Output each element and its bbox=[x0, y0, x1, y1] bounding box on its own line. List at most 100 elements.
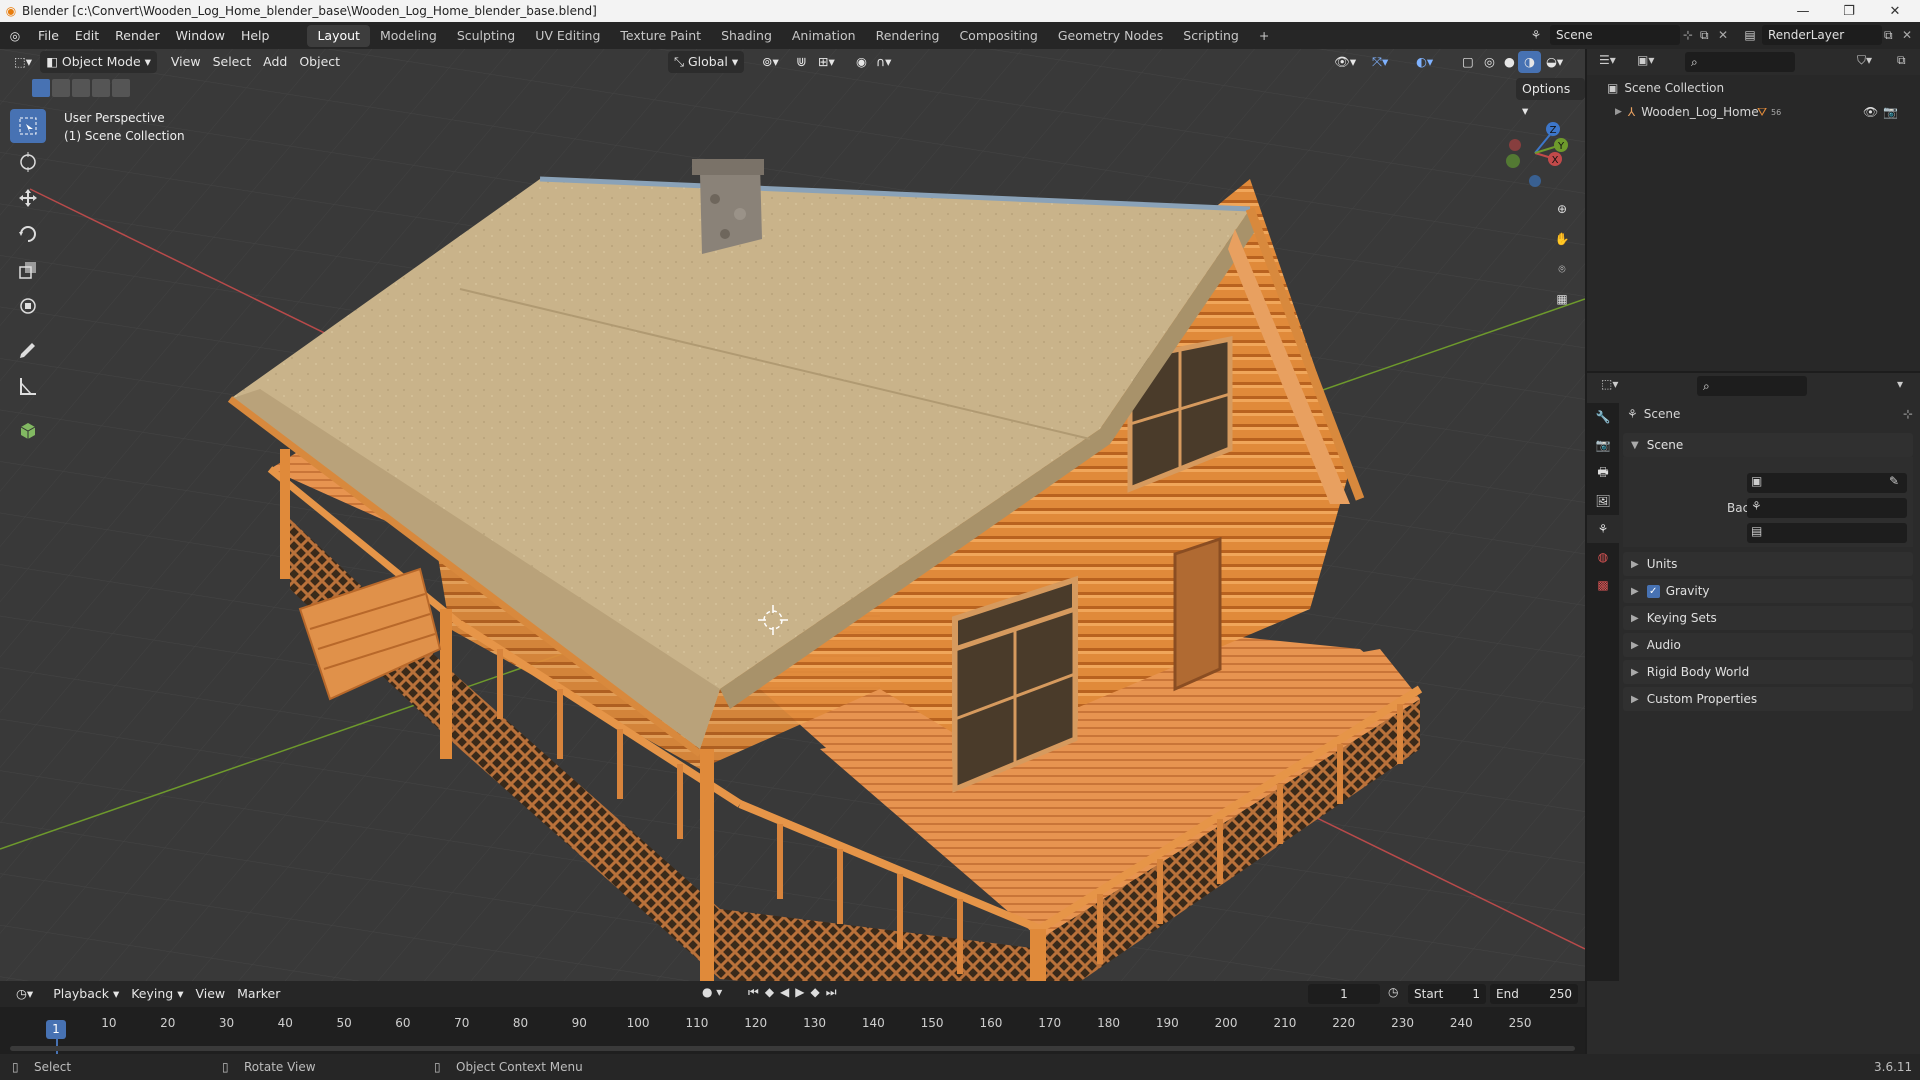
render-camera-icon[interactable]: 📷 bbox=[1883, 105, 1898, 119]
audio-panel-header[interactable]: ▶ Audio bbox=[1623, 633, 1913, 657]
prev-keyframe-icon[interactable]: ◆ bbox=[765, 985, 780, 999]
tab-scripting[interactable]: Scripting bbox=[1173, 25, 1249, 47]
timeline-scrollbar[interactable] bbox=[10, 1046, 1575, 1051]
material-shading-icon[interactable]: ◑ bbox=[1518, 51, 1541, 73]
annotate-tool[interactable] bbox=[10, 333, 46, 367]
transform-tool[interactable] bbox=[10, 289, 46, 323]
tab-uv-editing[interactable]: UV Editing bbox=[525, 25, 610, 47]
move-tool[interactable] bbox=[10, 181, 46, 215]
properties-options-icon[interactable]: ▾ bbox=[1897, 377, 1903, 391]
select-subtract-icon[interactable] bbox=[72, 79, 90, 97]
rigid-body-world-panel-header[interactable]: ▶ Rigid Body World bbox=[1623, 660, 1913, 684]
falloff-icon[interactable]: ∩▾ bbox=[870, 51, 897, 73]
new-view-layer-icon[interactable]: ⧉ bbox=[1884, 25, 1893, 45]
rendered-shading-icon[interactable]: ◒▾ bbox=[1540, 51, 1569, 73]
pin-context-icon[interactable]: ⊹ bbox=[1903, 407, 1913, 421]
outliner-scene-collection[interactable]: ▣ Scene Collection bbox=[1607, 81, 1724, 95]
overlays-icon[interactable]: ◐▾ bbox=[1410, 51, 1439, 73]
pan-hand-icon[interactable]: ✋ bbox=[1548, 225, 1576, 253]
menu-edit[interactable]: Edit bbox=[67, 22, 107, 49]
zoom-icon[interactable]: ⊕ bbox=[1548, 195, 1576, 223]
camera-view-icon[interactable]: ⌾ bbox=[1548, 255, 1576, 283]
tab-modeling[interactable]: Modeling bbox=[370, 25, 447, 47]
select-box-tool[interactable] bbox=[10, 109, 46, 143]
current-frame-field[interactable]: 1 bbox=[1308, 984, 1380, 1004]
select-extend-icon[interactable] bbox=[52, 79, 70, 97]
new-collection-icon[interactable]: ⧉ bbox=[1897, 53, 1906, 68]
next-keyframe-icon[interactable]: ◆ bbox=[811, 985, 826, 999]
display-mode-icon[interactable]: ▣▾ bbox=[1637, 53, 1654, 67]
expand-arrow-icon[interactable]: ▶ bbox=[1615, 107, 1622, 117]
snap-target-icon[interactable]: ⊞▾ bbox=[812, 51, 841, 73]
tab-sculpting[interactable]: Sculpting bbox=[447, 25, 525, 47]
end-frame-field[interactable]: End 250 bbox=[1490, 984, 1578, 1004]
navigation-gizmo[interactable]: Z Y X bbox=[1495, 111, 1575, 191]
timeline-view-menu[interactable]: View bbox=[189, 983, 231, 1005]
timeline-editor-icon[interactable]: ◷▾ bbox=[10, 983, 39, 1005]
close-button[interactable]: ✕ bbox=[1872, 0, 1918, 22]
menu-window[interactable]: Window bbox=[168, 22, 233, 49]
visibility-icon[interactable]: 👁▾ bbox=[1328, 51, 1362, 73]
gravity-panel-header[interactable]: ▶ ✓ Gravity bbox=[1623, 579, 1913, 603]
keying-menu[interactable]: Keying ▾ bbox=[125, 983, 189, 1005]
scene-panel-header[interactable]: ▼ Scene bbox=[1623, 433, 1913, 457]
blender-menu-icon[interactable]: ◎ bbox=[0, 22, 30, 49]
custom-properties-panel-header[interactable]: ▶ Custom Properties bbox=[1623, 687, 1913, 711]
world-tab-icon[interactable]: ◍ bbox=[1587, 543, 1619, 571]
tab-texture-paint[interactable]: Texture Paint bbox=[610, 25, 711, 47]
select-new-icon[interactable] bbox=[32, 79, 50, 97]
tab-animation[interactable]: Animation bbox=[782, 25, 866, 47]
new-scene-icon[interactable]: ⧉ bbox=[1700, 25, 1709, 45]
select-invert-icon[interactable] bbox=[92, 79, 110, 97]
editor-type-icon[interactable]: ⬚▾ bbox=[8, 51, 38, 73]
orientation-dropdown[interactable]: ⤡ Global ▾ bbox=[668, 51, 745, 73]
jump-end-icon[interactable]: ⏭ bbox=[826, 985, 843, 999]
options-dropdown[interactable]: Options ▾ bbox=[1516, 78, 1585, 118]
scene-name-field[interactable]: Scene bbox=[1550, 25, 1680, 45]
keying-sets-panel-header[interactable]: ▶ Keying Sets bbox=[1623, 606, 1913, 630]
menu-file[interactable]: File bbox=[30, 22, 67, 49]
output-tab-icon[interactable]: 🖶 bbox=[1587, 459, 1619, 487]
background-scene-field[interactable]: ⚘ bbox=[1747, 498, 1907, 518]
view-layer-field[interactable]: RenderLayer bbox=[1762, 25, 1882, 45]
record-icon[interactable]: ● ▾ bbox=[702, 985, 722, 999]
menu-view[interactable]: View bbox=[165, 51, 207, 73]
gizmo-toggle-icon[interactable]: ⤧▾ bbox=[1366, 51, 1394, 73]
rotate-tool[interactable] bbox=[10, 217, 46, 251]
select-intersect-icon[interactable] bbox=[112, 79, 130, 97]
menu-render[interactable]: Render bbox=[107, 22, 168, 49]
measure-tool[interactable] bbox=[10, 369, 46, 403]
active-clip-field[interactable]: ▤ bbox=[1747, 523, 1907, 543]
gravity-checkbox[interactable]: ✓ bbox=[1646, 584, 1660, 598]
ortho-toggle-icon[interactable]: ▦ bbox=[1548, 285, 1576, 313]
play-icon[interactable]: ▶ bbox=[795, 985, 810, 999]
snap-icon[interactable]: ⋓ bbox=[790, 51, 812, 73]
texture-tab-icon[interactable]: ▩ bbox=[1587, 571, 1619, 599]
scale-tool[interactable] bbox=[10, 253, 46, 287]
eye-visibility-icon[interactable]: 👁 bbox=[1863, 105, 1878, 119]
pin-icon[interactable]: ⊹ bbox=[1683, 25, 1693, 45]
preview-range-icon[interactable]: ◷ bbox=[1388, 985, 1398, 999]
start-frame-field[interactable]: Start 1 bbox=[1408, 984, 1486, 1004]
scene-tab-icon[interactable]: ⚘ bbox=[1587, 515, 1619, 543]
outliner-item-wooden-log-home[interactable]: ▶ ⅄ Wooden_Log_Home ⛛ 56 👁 📷 bbox=[1615, 102, 1915, 122]
units-panel-header[interactable]: ▶ Units bbox=[1623, 552, 1913, 576]
menu-object[interactable]: Object bbox=[293, 51, 346, 73]
menu-add[interactable]: Add bbox=[257, 51, 293, 73]
cursor-tool[interactable] bbox=[10, 145, 46, 179]
view-layer-tab-icon[interactable]: 🖼 bbox=[1587, 487, 1619, 515]
camera-field[interactable]: ▣ ✎ bbox=[1747, 473, 1907, 493]
delete-view-layer-icon[interactable]: ✕ bbox=[1902, 25, 1912, 45]
properties-search-input[interactable]: ⌕ bbox=[1697, 376, 1807, 396]
tab-shading[interactable]: Shading bbox=[711, 25, 782, 47]
maximize-button[interactable]: ❐ bbox=[1826, 0, 1872, 22]
filter-icon[interactable]: ⛉▾ bbox=[1857, 53, 1872, 68]
render-tab-icon[interactable]: 📷 bbox=[1587, 431, 1619, 459]
delete-scene-icon[interactable]: ✕ bbox=[1718, 25, 1728, 45]
outliner-editor-icon[interactable]: ☰▾ bbox=[1599, 53, 1616, 67]
menu-help[interactable]: Help bbox=[233, 22, 278, 49]
marker-menu[interactable]: Marker bbox=[231, 983, 286, 1005]
tab-rendering[interactable]: Rendering bbox=[866, 25, 950, 47]
eyedropper-icon[interactable]: ✎ bbox=[1889, 474, 1899, 488]
minimize-button[interactable]: — bbox=[1780, 0, 1826, 22]
